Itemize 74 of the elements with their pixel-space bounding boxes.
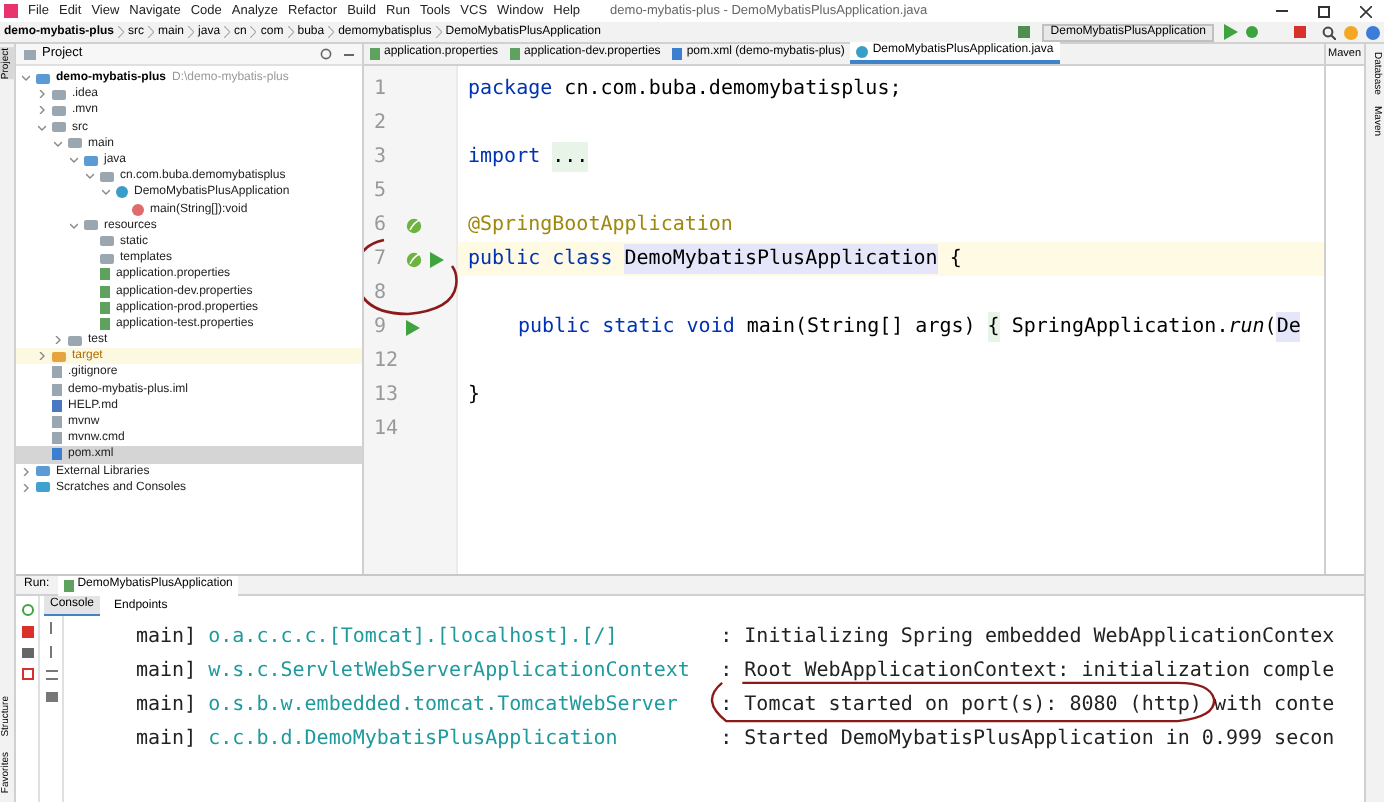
separator-icon — [118, 26, 125, 38]
code-token: package — [468, 76, 553, 104]
code-token: ... — [552, 142, 589, 172]
run-icon[interactable] — [430, 251, 444, 267]
code-token: public static void — [518, 314, 735, 342]
log-thread: main] — [136, 692, 197, 720]
class-icon — [856, 45, 869, 57]
log-message: : Started DemoMybatisPlusApplication in 0.999 secon — [720, 726, 1335, 754]
code-token: De — [1276, 312, 1301, 342]
code-token: } — [468, 382, 481, 410]
rerun-icon[interactable] — [21, 604, 33, 616]
maximize-icon[interactable] — [1318, 5, 1330, 17]
run-icon[interactable] — [406, 319, 420, 335]
code-token: DemoMybatisPlusApplication — [624, 244, 938, 274]
search-icon[interactable] — [1322, 25, 1336, 39]
code-token: @SpringBootApplication — [468, 212, 733, 240]
separator-icon — [250, 26, 257, 38]
run-icon[interactable] — [1224, 24, 1238, 40]
app-logo-icon — [4, 4, 18, 18]
file-icon — [370, 47, 380, 59]
class-icon — [116, 186, 128, 199]
code-token: SpringApplication. — [1011, 314, 1229, 342]
code-token: ( — [1264, 314, 1277, 342]
line-number: 6 — [374, 212, 389, 240]
line-number: 8 — [374, 280, 389, 308]
log-logger: o.s.b.w.embedded.tomcat.TomcatWebServer — [208, 692, 680, 720]
log-thread: main] — [136, 726, 197, 754]
minimize-icon[interactable] — [344, 53, 354, 55]
annotation-loop — [364, 238, 460, 318]
log-logger: o.a.c.c.c.[Tomcat].[localhost].[/] — [208, 624, 620, 652]
line-number: 14 — [374, 416, 398, 444]
leaf-icon[interactable] — [406, 217, 422, 233]
gear-icon[interactable] — [320, 48, 332, 60]
line-number: 7 — [374, 246, 389, 274]
separator-icon — [435, 26, 442, 38]
log-thread: main] — [136, 624, 197, 652]
log-message: : Tomcat started on port(s): 8080 (http) with conte — [720, 690, 1335, 720]
line-number: 2 — [374, 110, 389, 138]
line-number: 13 — [374, 382, 398, 410]
code-token: import — [468, 144, 541, 172]
close-icon[interactable] — [1360, 5, 1372, 17]
update-icon[interactable] — [1344, 25, 1358, 39]
chevron-icon[interactable] — [70, 221, 78, 230]
separator-icon — [188, 26, 195, 38]
file-icon — [510, 47, 521, 59]
file-icon — [672, 47, 683, 59]
leaf-icon[interactable] — [406, 251, 422, 267]
separator-icon — [287, 26, 294, 38]
line-number: 1 — [374, 76, 389, 104]
log-logger: w.s.c.ServletWebServerApplicationContext — [208, 658, 692, 686]
method-icon — [132, 203, 144, 216]
folder-icon — [24, 49, 36, 59]
stop-icon[interactable] — [21, 626, 33, 638]
separator-icon — [328, 26, 335, 38]
plugin-icon[interactable] — [1366, 25, 1380, 39]
separator-icon — [224, 26, 231, 38]
code-token: public class — [468, 246, 613, 274]
line-number: 12 — [374, 348, 398, 376]
log-message: : Root WebApplicationContext: initialization comple — [720, 658, 1335, 686]
file-icon — [63, 579, 74, 591]
line-number: 3 — [374, 144, 389, 172]
separator-icon — [148, 26, 155, 38]
debug-icon[interactable] — [1246, 26, 1258, 38]
log-message: : Initializing Spring embedded WebApplicationContex — [720, 624, 1335, 652]
code-token: { — [987, 312, 1000, 342]
code-token: main(String[] args) — [746, 314, 976, 342]
line-number: 9 — [374, 314, 389, 342]
log-logger: c.c.b.d.DemoMybatisPlusApplication — [208, 726, 620, 754]
code-editor[interactable] — [364, 66, 1324, 574]
code-token: cn.com.buba.demomybatisplus; — [564, 76, 902, 104]
line-number: 5 — [374, 178, 389, 206]
log-thread: main] — [136, 658, 197, 686]
code-token: { — [949, 246, 962, 274]
code-token: run — [1228, 314, 1265, 342]
